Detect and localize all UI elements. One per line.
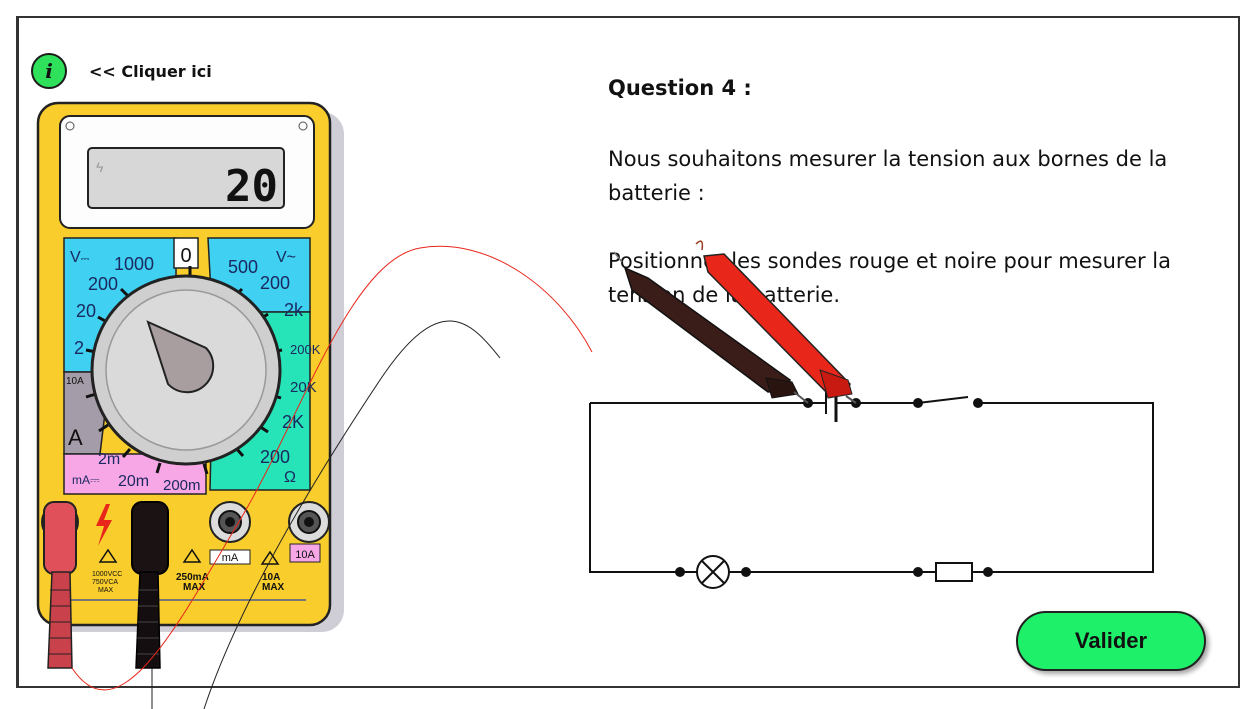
jack-10a-label: 10A xyxy=(295,549,315,561)
scale-20k: 20K xyxy=(290,379,317,396)
scale-20: 20 xyxy=(76,301,96,321)
scale-20m: 20m xyxy=(118,473,149,490)
jack-10a[interactable] xyxy=(288,501,330,543)
scale-a: A xyxy=(68,425,83,450)
scale-200-v: 200 xyxy=(88,274,118,294)
jack-ma[interactable] xyxy=(209,501,251,543)
scale-200k: 200K xyxy=(290,342,321,357)
scale-2: 2 xyxy=(74,338,84,358)
scale-2k: 2k xyxy=(284,300,304,320)
scale-200-vac: 200 xyxy=(260,273,290,293)
jack-ma-label: mA xyxy=(222,552,239,564)
scale-10a-small: 10A xyxy=(66,376,84,387)
question-paragraph-1: Nous souhaitons mesurer la tension aux b… xyxy=(608,147,1168,205)
validate-button[interactable]: Valider xyxy=(1016,611,1206,671)
lcd-value: 20 xyxy=(225,161,278,212)
multimeter: ϟ 20 0 V⎓ 1000 200 20 2 10A A V~ 500 200… xyxy=(36,101,344,669)
scale-zero: 0 xyxy=(180,245,191,267)
scale-v-ac-label: V~ xyxy=(276,249,296,266)
question-title: Question 4 : xyxy=(608,76,752,100)
scale-2m: 2m xyxy=(98,451,120,468)
question-paragraph-2: Positionner les sondes rouge et noire po… xyxy=(608,249,1172,307)
scale-500: 500 xyxy=(228,257,258,277)
scale-2K: 2K xyxy=(282,412,304,432)
scale-ohm: Ω xyxy=(284,469,296,486)
svg-text:ϟ: ϟ xyxy=(96,159,104,175)
scale-200-ohm: 200 xyxy=(260,447,290,467)
scale-200m: 200m xyxy=(163,477,201,494)
scale-ma-dc: mA⎓ xyxy=(72,473,100,487)
scale-1000: 1000 xyxy=(114,254,154,274)
